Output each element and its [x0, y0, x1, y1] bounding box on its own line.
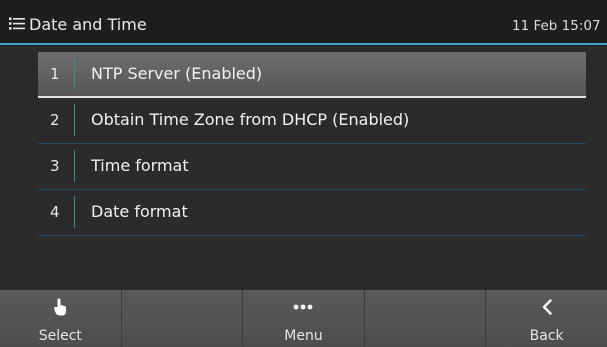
menu-item-obtain-time-zone[interactable]: 2 Obtain Time Zone from DHCP (Enabled) — [38, 98, 586, 144]
page-title: Date and Time — [29, 15, 147, 34]
menu-item-number: 4 — [50, 203, 60, 221]
menu-list: 1 NTP Server (Enabled) 2 Obtain Time Zon… — [38, 52, 586, 236]
menu-item-label: Date format — [91, 202, 188, 221]
empty-softkey-2[interactable] — [122, 290, 244, 347]
menu-item-divider — [74, 150, 75, 182]
menu-item-label: Obtain Time Zone from DHCP (Enabled) — [91, 110, 410, 129]
menu-item-date-format[interactable]: 4 Date format — [38, 190, 586, 236]
menu-item-time-format[interactable]: 3 Time format — [38, 144, 586, 190]
softkey-bar: Select Menu Back — [0, 289, 607, 347]
header-divider — [0, 43, 607, 45]
menu-item-number: 2 — [50, 111, 60, 129]
date-time-display: 11 Feb 15:07 — [512, 18, 601, 34]
more-dots-icon — [294, 304, 313, 310]
menu-item-number: 1 — [50, 65, 60, 83]
menu-item-divider — [74, 196, 75, 228]
back-softkey[interactable]: Back — [486, 290, 607, 347]
menu-item-number: 3 — [50, 157, 60, 175]
menu-item-divider — [74, 104, 75, 136]
menu-softkey[interactable]: Menu — [243, 290, 365, 347]
header-bar: Date and Time 11 Feb 15:07 — [0, 0, 607, 46]
menu-item-divider — [74, 58, 75, 90]
softkey-label: Back — [529, 328, 564, 344]
menu-item-label: NTP Server (Enabled) — [91, 64, 263, 83]
chevron-left-icon — [542, 299, 552, 315]
hand-pointer-icon — [54, 298, 67, 316]
phone-screen: Date and Time 11 Feb 15:07 1 NTP Server … — [0, 0, 607, 347]
menu-item-ntp-server[interactable]: 1 NTP Server (Enabled) — [38, 52, 586, 98]
menu-item-label: Time format — [91, 156, 189, 175]
select-softkey[interactable]: Select — [0, 290, 122, 347]
list-menu-icon[interactable] — [9, 17, 25, 30]
softkey-label: Menu — [284, 328, 323, 344]
empty-softkey-4[interactable] — [365, 290, 487, 347]
softkey-label: Select — [38, 328, 82, 344]
